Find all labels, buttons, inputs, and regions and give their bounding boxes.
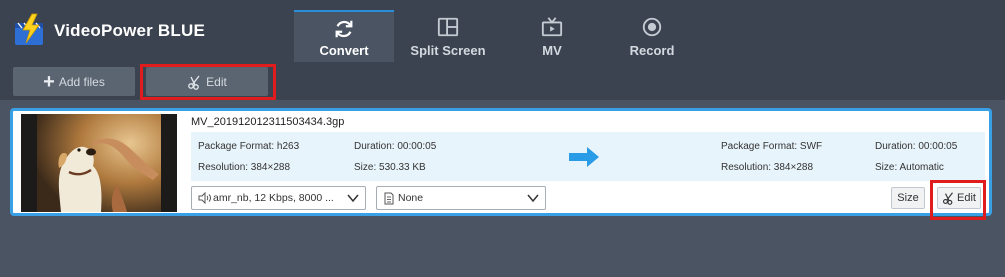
conversion-info-band: Package Format: h263 Resolution: 384×288… <box>191 132 985 181</box>
output-size: Size: Automatic <box>875 162 944 173</box>
tab-convert[interactable]: Convert <box>294 10 394 62</box>
tab-split-screen[interactable]: Split Screen <box>398 10 498 62</box>
highlight-box <box>140 64 276 100</box>
document-icon <box>384 192 394 204</box>
tab-label: MV <box>542 43 562 58</box>
app-title: VideoPower BLUE <box>54 21 205 40</box>
videopower-logo-icon <box>15 13 43 45</box>
source-size: Size: 530.33 KB <box>354 162 426 173</box>
record-icon <box>642 17 662 37</box>
highlight-box <box>930 180 986 220</box>
tab-label: Convert <box>319 43 369 58</box>
chevron-down-icon <box>527 194 539 203</box>
output-resolution: Resolution: 384×288 <box>721 162 814 173</box>
source-duration: Duration: 00:00:05 <box>354 141 437 152</box>
output-duration: Duration: 00:00:05 <box>875 141 958 152</box>
video-thumbnail-image <box>21 114 177 212</box>
refresh-icon <box>335 20 353 38</box>
speaker-icon <box>198 192 211 204</box>
source-package-format: Package Format: h263 <box>198 141 300 152</box>
chevron-down-icon <box>347 194 359 203</box>
tab-record[interactable]: Record <box>602 10 702 62</box>
convert-arrow-icon <box>569 147 599 167</box>
tab-label: Split Screen <box>410 43 486 58</box>
add-files-label: Add files <box>58 74 105 89</box>
tab-mv[interactable]: MV <box>502 10 602 62</box>
subtitle-dropdown[interactable]: None <box>376 186 546 210</box>
audio-track-value: amr_nb, 12 Kbps, 8000 ... <box>213 192 334 204</box>
output-package-format: Package Format: SWF <box>721 141 823 152</box>
file-item-card[interactable]: MV_201912012311503434.3gp Package Format… <box>10 108 992 216</box>
video-thumbnail[interactable] <box>21 114 177 212</box>
app-logo: VideoPower BLUE <box>12 13 205 49</box>
size-button[interactable]: Size <box>891 187 925 209</box>
subtitle-value: None <box>398 192 424 204</box>
file-name: MV_201912012311503434.3gp <box>191 116 345 128</box>
source-resolution: Resolution: 384×288 <box>198 162 291 173</box>
split-screen-icon <box>437 17 459 37</box>
tab-label: Record <box>629 43 675 58</box>
tv-icon <box>541 17 563 37</box>
plus-icon: + <box>43 70 55 93</box>
app-header: VideoPower BLUE Convert Split Screen MV <box>0 0 1005 62</box>
add-files-button[interactable]: + Add files <box>13 67 135 96</box>
audio-track-dropdown[interactable]: amr_nb, 12 Kbps, 8000 ... <box>191 186 366 210</box>
